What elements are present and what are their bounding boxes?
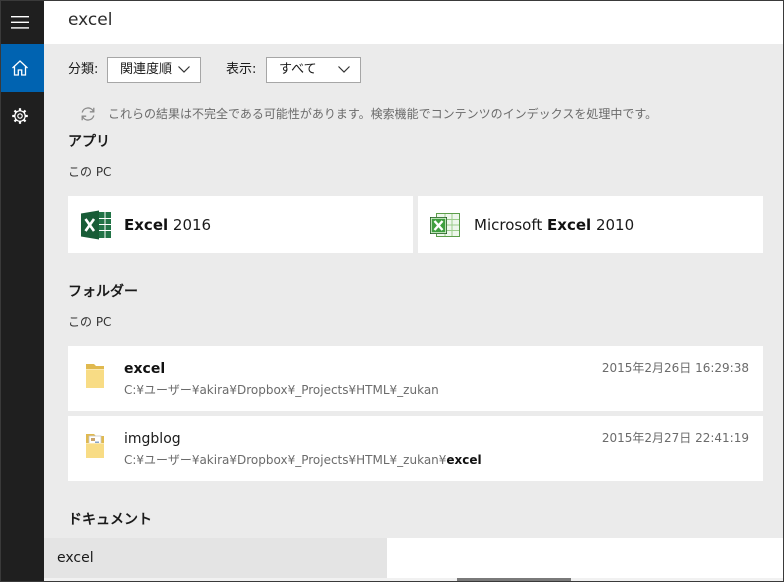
- refresh-icon: [79, 105, 97, 123]
- app-name-match: Excel: [124, 216, 169, 234]
- folder-path-match: excel: [446, 453, 482, 467]
- app-name-match: Excel: [547, 216, 592, 234]
- excel-2016-icon: [80, 209, 112, 241]
- home-button[interactable]: [0, 44, 44, 92]
- background-window-strip: [44, 578, 784, 582]
- folder-name: imgblog: [124, 431, 181, 447]
- excel-2010-icon: [429, 209, 461, 241]
- folder-path-prefix: C:¥ユーザー¥akira¥Dropbox¥_Projects¥HTML¥_zu…: [124, 453, 447, 467]
- app-result-excel-2010[interactable]: Microsoft Excel 2010: [418, 196, 763, 253]
- folders-location: この PC: [68, 315, 112, 329]
- results-panel: 分類: 関連度順 表示: すべて これらの結果は不完全である可能性があります。検…: [44, 44, 784, 538]
- sort-label: 分類:: [68, 62, 99, 77]
- folder-icon: [84, 362, 106, 390]
- folder-modified-date: 2015年2月27日 22:41:19: [601, 431, 749, 445]
- hamburger-icon: [11, 15, 29, 29]
- sidebar: [0, 0, 44, 582]
- taskbar-area: [387, 538, 784, 578]
- folders-heading: フォルダー: [68, 284, 138, 300]
- folder-path: C:¥ユーザー¥akira¥Dropbox¥_Projects¥HTML¥_zu…: [124, 452, 482, 468]
- documents-heading: ドキュメント: [68, 512, 152, 528]
- sort-dropdown-value: 関連度順: [120, 62, 173, 77]
- app-name-rest: 2016: [168, 216, 212, 234]
- app-name-prefix: Microsoft: [474, 216, 548, 234]
- show-label: 表示:: [226, 62, 257, 77]
- folder-modified-date: 2015年2月26日 16:29:38: [601, 361, 749, 375]
- chevron-down-icon: [178, 66, 190, 73]
- show-dropdown[interactable]: すべて: [266, 57, 361, 83]
- search-header: excel: [44, 0, 784, 44]
- apps-heading: アプリ: [68, 134, 110, 150]
- indexing-notice: これらの結果は不完全である可能性があります。検索機能でコンテンツのインデックスを…: [108, 107, 658, 121]
- app-result-excel-2016[interactable]: Excel 2016: [68, 196, 413, 253]
- gear-icon: [11, 107, 29, 125]
- settings-button[interactable]: [0, 92, 44, 140]
- folder-name: excel: [124, 360, 165, 378]
- home-icon: [11, 59, 29, 77]
- app-name-rest: 2010: [591, 216, 635, 234]
- sort-dropdown[interactable]: 関連度順: [107, 57, 201, 83]
- background-window-strip-dark: [457, 578, 571, 582]
- folder-with-files-icon: [84, 432, 106, 460]
- folder-path: C:¥ユーザー¥akira¥Dropbox¥_Projects¥HTML¥_zu…: [124, 383, 439, 397]
- taskbar-search-input[interactable]: [57, 548, 377, 568]
- app-name: Microsoft Excel 2010: [474, 215, 634, 235]
- show-dropdown-value: すべて: [279, 62, 317, 77]
- folder-name-match: excel: [124, 361, 166, 377]
- folder-result-imgblog[interactable]: imgblog C:¥ユーザー¥akira¥Dropbox¥_Projects¥…: [68, 416, 763, 481]
- apps-location: この PC: [68, 165, 112, 179]
- app-name: Excel 2016: [124, 215, 211, 235]
- chevron-down-icon: [338, 66, 350, 73]
- search-query: excel: [68, 10, 113, 30]
- menu-button[interactable]: [0, 0, 44, 44]
- taskbar-search-box[interactable]: [44, 538, 387, 578]
- folder-result-excel[interactable]: excel C:¥ユーザー¥akira¥Dropbox¥_Projects¥HT…: [68, 346, 763, 411]
